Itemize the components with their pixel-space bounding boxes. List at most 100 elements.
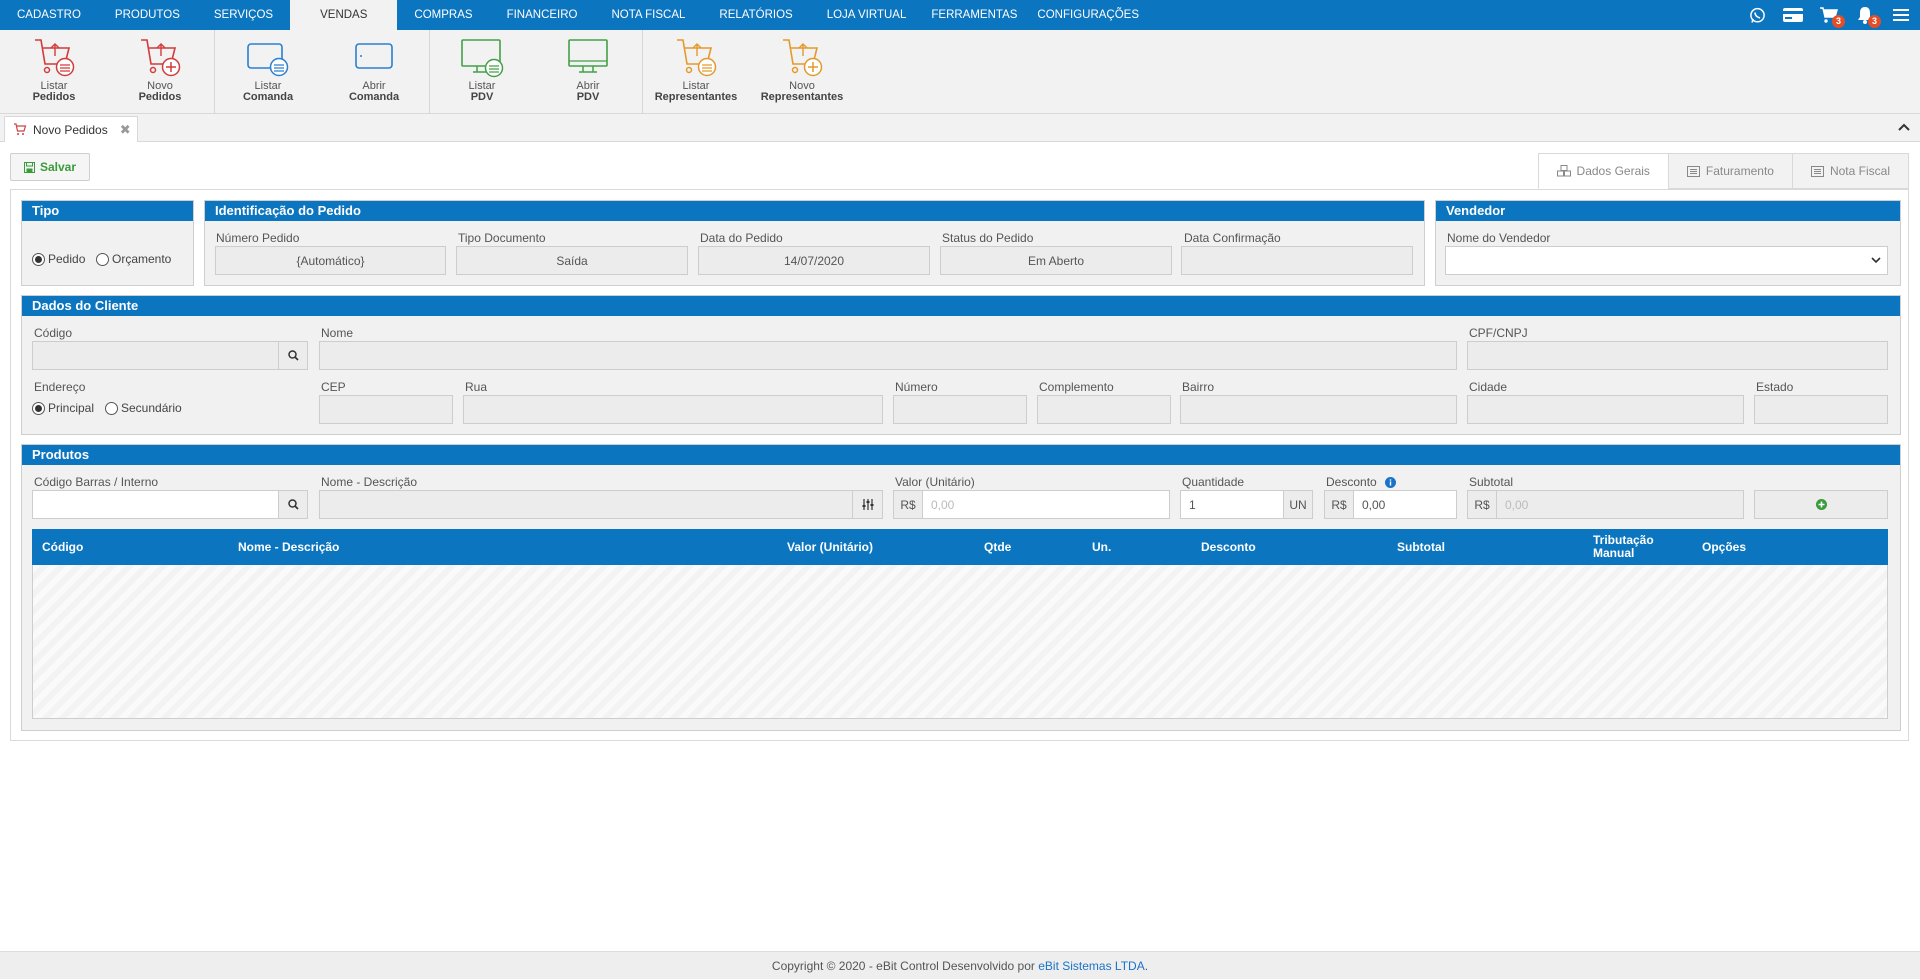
menu-produtos[interactable]: PRODUTOS (98, 0, 197, 30)
menu-servicos[interactable]: SERVIÇOS (197, 0, 290, 30)
cart-add-icon (141, 39, 181, 77)
col-tributacao-manual[interactable]: Tributação Manual (1593, 534, 1663, 560)
cubes-icon (1556, 165, 1571, 177)
listar-comanda-button[interactable]: Listar Comanda (220, 34, 316, 112)
menu-configuracoes[interactable]: CONFIGURAÇÕES (1025, 0, 1151, 30)
cart-icon (14, 123, 27, 135)
menu-nota-fiscal[interactable]: NOTA FISCAL (594, 0, 702, 30)
form-subtabs: Dados Gerais Faturamento Nota Fiscal (1537, 153, 1909, 189)
cpf-cnpj-label: CPF/CNPJ (1469, 326, 1528, 340)
radio-principal[interactable]: Principal (32, 401, 94, 415)
numero-pedido-label: Número Pedido (216, 231, 300, 245)
rua-label: Rua (465, 380, 488, 394)
bairro-field[interactable] (1180, 395, 1457, 424)
chevron-up-icon[interactable] (1898, 120, 1910, 134)
col-valor-unitario[interactable]: Valor (Unitário) (787, 540, 873, 554)
subtotal-label: Subtotal (1469, 475, 1514, 489)
search-cliente-button[interactable] (278, 341, 308, 370)
complemento-field[interactable] (1037, 395, 1171, 424)
search-produto-button[interactable] (278, 490, 308, 519)
col-opcoes[interactable]: Opções (1702, 540, 1746, 554)
subtotal-field: 0,00 (1496, 490, 1744, 519)
desconto-input[interactable]: 0,00 (1353, 490, 1457, 519)
credit-card-icon[interactable] (1782, 4, 1804, 26)
listar-pdv-button[interactable]: Listar PDV (434, 34, 530, 112)
listar-pedidos-button[interactable]: Listar Pedidos (6, 34, 102, 112)
numero-field[interactable] (893, 395, 1027, 424)
info-icon[interactable] (1385, 477, 1397, 488)
monitor-icon (568, 39, 608, 73)
save-button[interactable]: Salvar (10, 153, 90, 181)
radio-label: Secundário (121, 401, 182, 415)
whatsapp-icon[interactable] (1746, 4, 1768, 26)
abrir-pdv-button[interactable]: Abrir PDV (540, 34, 636, 112)
menu-loja-virtual[interactable]: LOJA VIRTUAL (810, 0, 924, 30)
radio-label: Orçamento (112, 252, 172, 266)
data-confirmacao-field (1181, 246, 1413, 275)
col-subtotal[interactable]: Subtotal (1397, 540, 1445, 554)
footer: Copyright © 2020 - eBit Control Desenvol… (0, 951, 1920, 979)
cpf-cnpj-field[interactable] (1467, 341, 1888, 370)
tab-dados-gerais[interactable]: Dados Gerais (1537, 153, 1669, 189)
cep-field[interactable] (319, 395, 453, 424)
radio-pedido[interactable]: Pedido (32, 252, 85, 266)
tab-faturamento[interactable]: Faturamento (1667, 153, 1793, 189)
radio-label: Pedido (48, 252, 86, 266)
radio-dot (32, 401, 45, 415)
ribbon-label-2: Representantes (760, 91, 844, 103)
ebit-sistemas-link[interactable]: eBit Sistemas LTDA (1038, 959, 1144, 973)
col-qtde[interactable]: Qtde (984, 540, 1011, 554)
novo-pedidos-button[interactable]: Novo Pedidos (112, 34, 208, 112)
ribbon-label-2: Representantes (654, 91, 738, 103)
nome-descricao-field[interactable] (319, 490, 853, 519)
ribbon-label-2: Pedidos (138, 91, 182, 103)
codigo-cliente-field[interactable] (32, 341, 279, 370)
main-menu: CADASTRO PRODUTOS SERVIÇOS VENDAS COMPRA… (0, 0, 1151, 30)
col-un[interactable]: Un. (1092, 540, 1111, 554)
radio-orcamento[interactable]: Orçamento (96, 252, 171, 266)
menu-financeiro[interactable]: FINANCEIRO (490, 0, 595, 30)
radio-secundario[interactable]: Secundário (105, 401, 182, 415)
data-pedido-label: Data do Pedido (700, 231, 783, 245)
sliders-icon (862, 499, 873, 510)
nome-cliente-field[interactable] (319, 341, 1457, 370)
cart-badge: 3 (1832, 15, 1845, 28)
menu-ferramentas[interactable]: FERRAMENTAS (923, 0, 1025, 30)
menu-relatorios[interactable]: RELATÓRIOS (702, 0, 809, 30)
codigo-barras-input[interactable] (32, 490, 279, 519)
cart-icon[interactable]: 3 (1818, 4, 1845, 28)
plus-circle-icon (1815, 499, 1827, 510)
vendedor-select[interactable] (1445, 246, 1888, 275)
tab-novo-pedidos[interactable]: Novo Pedidos ✖ (4, 116, 138, 142)
tab-label: Faturamento (1705, 164, 1774, 178)
tab-nota-fiscal[interactable]: Nota Fiscal (1791, 153, 1909, 189)
novo-representantes-button[interactable]: Novo Representantes (754, 34, 850, 112)
menu-cadastro[interactable]: CADASTRO (0, 0, 98, 30)
menu-compras[interactable]: COMPRAS (397, 0, 489, 30)
col-desconto[interactable]: Desconto (1201, 540, 1256, 554)
cidade-label: Cidade (1469, 380, 1508, 394)
listar-representantes-button[interactable]: Listar Representantes (648, 34, 744, 112)
col-nome-descricao[interactable]: Nome - Descrição (238, 540, 339, 554)
cidade-field[interactable] (1467, 395, 1744, 424)
currency-prefix: R$ (1324, 490, 1354, 519)
col-codigo[interactable]: Código (42, 540, 83, 554)
rua-field[interactable] (463, 395, 883, 424)
menu-vendas[interactable]: VENDAS (290, 0, 398, 30)
bell-icon[interactable]: 3 (1854, 4, 1881, 28)
hamburger-menu-icon[interactable] (1890, 4, 1912, 26)
estado-field[interactable] (1754, 395, 1888, 424)
list-alt-icon (1686, 165, 1700, 177)
desconto-label: Desconto (1326, 475, 1397, 489)
quantidade-input[interactable]: 1 (1180, 490, 1284, 519)
ribbon-label-2: PDV (470, 91, 494, 103)
options-button[interactable] (852, 490, 883, 519)
quantidade-label: Quantidade (1182, 475, 1245, 489)
document-tabstrip: Novo Pedidos ✖ (0, 114, 1920, 142)
currency-prefix: R$ (1467, 490, 1497, 519)
cep-label: CEP (321, 380, 346, 394)
abrir-comanda-button[interactable]: Abrir Comanda (326, 34, 422, 112)
add-produto-button[interactable] (1754, 490, 1888, 519)
valor-unitario-input[interactable]: 0,00 (922, 490, 1170, 519)
close-icon[interactable]: ✖ (120, 122, 131, 138)
